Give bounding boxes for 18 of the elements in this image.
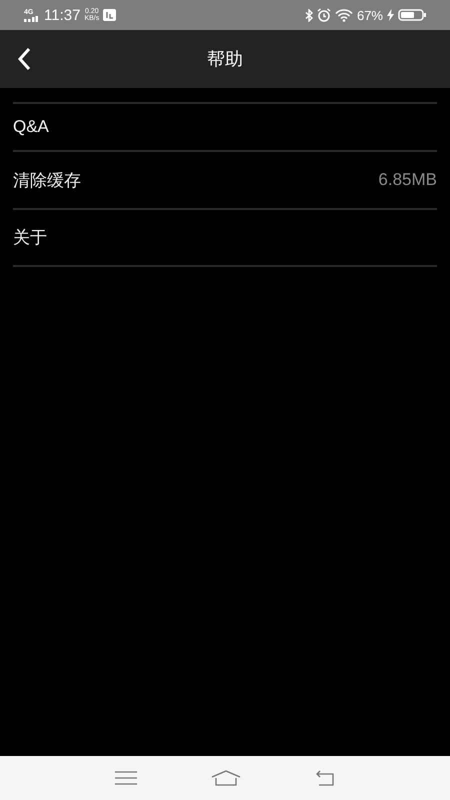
home-icon[interactable] bbox=[211, 770, 241, 786]
cache-size: 6.85MB bbox=[378, 170, 437, 190]
menu-item-label[interactable]: 清除缓存 bbox=[13, 168, 81, 192]
back-icon[interactable] bbox=[315, 770, 335, 786]
page-title: 帮助 bbox=[207, 48, 243, 71]
status-time: 11:37 bbox=[44, 6, 80, 24]
wifi-icon bbox=[334, 8, 353, 22]
battery-icon bbox=[398, 9, 426, 21]
bluetooth-icon bbox=[304, 8, 313, 22]
signal-icon bbox=[24, 16, 38, 22]
app-notification-icon bbox=[103, 9, 116, 21]
alarm-icon bbox=[316, 8, 331, 22]
menu-item-label[interactable]: Q&A bbox=[13, 117, 49, 137]
chevron-left-icon bbox=[17, 47, 31, 71]
charging-icon bbox=[387, 9, 394, 21]
battery-percent: 67% bbox=[356, 8, 383, 22]
menu-icon[interactable] bbox=[115, 771, 137, 785]
menu-item-label[interactable]: 关于 bbox=[13, 226, 47, 249]
